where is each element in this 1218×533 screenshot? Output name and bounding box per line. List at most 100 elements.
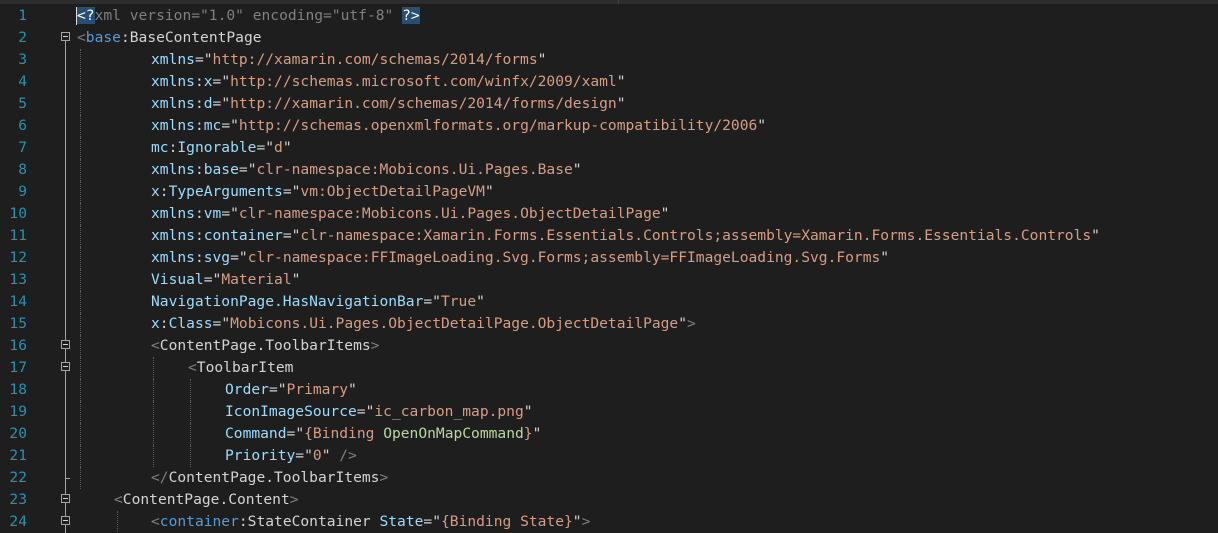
fold-guide (65, 467, 66, 489)
syntax-token: StateContainer (247, 513, 371, 530)
code-text[interactable]: x:TypeArguments="vm:ObjectDetailPageVM" (151, 181, 494, 203)
syntax-token: IconImageSource (225, 403, 357, 420)
code-line[interactable]: 4 xmlns:x="http://schemas.microsoft.com/w… (0, 71, 1218, 93)
syntax-token: } (523, 425, 533, 442)
syntax-token: mc (203, 117, 222, 134)
fold-guide (65, 49, 66, 71)
code-line[interactable]: 23 <ContentPage.Content> (0, 489, 1218, 511)
syntax-token: " (238, 249, 248, 266)
line-number: 14 (9, 293, 27, 310)
code-text[interactable]: Order="Primary" (225, 379, 357, 401)
code-line[interactable]: 8 xmlns:base= "clr-namespace:Mobicons.Ui.P… (0, 159, 1218, 181)
syntax-token: ic_carbon_map.png (374, 403, 524, 420)
code-text[interactable]: Priority="0" /> (225, 445, 357, 467)
code-text[interactable]: x:Class="Mobicons.Ui.Pages.ObjectDetailP… (151, 313, 696, 335)
syntax-token: /> (330, 447, 357, 464)
line-number: 13 (9, 271, 27, 288)
syntax-token: " (221, 95, 231, 112)
collapse-toggle-icon[interactable] (61, 32, 70, 41)
code-text[interactable]: IconImageSource="ic_carbon_map.png" (225, 401, 533, 423)
syntax-token: = (194, 51, 204, 68)
indent-guide (80, 49, 81, 71)
collapse-toggle-icon[interactable] (61, 494, 70, 503)
syntax-token: NavigationPage.HasNavigationBar (151, 293, 424, 310)
syntax-token: " (678, 315, 688, 332)
code-line[interactable]: 11 xmlns:container= "clr-namespace:Xamarin… (0, 225, 1218, 247)
code-line[interactable]: 5 xmlns:d="http://xamarin.com/schemas/201… (0, 93, 1218, 115)
indent-guide (80, 93, 81, 115)
code-text[interactable]: <ToolbarItem (188, 357, 293, 379)
line-number: 7 (18, 139, 27, 156)
syntax-token: State (370, 513, 424, 530)
code-text[interactable]: Visual="Material" (151, 269, 300, 291)
syntax-token: Primary (286, 381, 349, 398)
code-line[interactable]: 16 <ContentPage.ToolbarItems> (0, 335, 1218, 357)
collapse-toggle-icon[interactable] (61, 362, 70, 371)
code-line[interactable]: 15 x:Class="Mobicons.Ui.Pages.ObjectDetai… (0, 313, 1218, 335)
code-line[interactable]: 20 Command="{Binding OpenOnMapCommand}" (0, 423, 1218, 445)
code-line[interactable]: 10 xmlns:vm="clr-namespace:Mobicons.Ui.Pa… (0, 203, 1218, 225)
indent-guide (153, 445, 154, 467)
indent-guide (153, 379, 154, 401)
syntax-token: Order (225, 381, 269, 398)
code-line[interactable]: 21 Priority="0" /> (0, 445, 1218, 467)
code-line[interactable]: 3 xmlns="http://xamarin.com/schemas/2014/… (0, 49, 1218, 71)
syntax-token: " (348, 381, 357, 398)
syntax-token: clr-namespace:Mobicons.Ui.Pages.ObjectDe… (238, 205, 661, 222)
code-text[interactable]: <ContentPage.Content> (114, 489, 299, 511)
syntax-token: < (77, 29, 86, 46)
collapse-toggle-icon[interactable] (61, 340, 70, 349)
code-text[interactable]: xmlns:vm="clr-namespace:Mobicons.Ui.Page… (151, 203, 669, 225)
line-number: 8 (18, 161, 27, 178)
code-line[interactable]: 6 xmlns:mc="http://schemas.openxmlformats… (0, 115, 1218, 137)
code-line[interactable]: 22 </ContentPage.ToolbarItems> (0, 467, 1218, 489)
code-line[interactable]: 13 Visual="Material" (0, 269, 1218, 291)
syntax-token: Material (221, 271, 292, 288)
code-editor[interactable]: 1 <?xml version="1.0" encoding="utf-8" ?>… (0, 5, 1218, 533)
syntax-token: ContentPage.ToolbarItems (168, 469, 380, 486)
code-text[interactable]: xmlns:mc="http://schemas.openxmlformats.… (151, 115, 766, 137)
syntax-token: http://xamarin.com/schemas/2014/forms (212, 51, 538, 68)
code-line[interactable]: 7 mc:Ignorable="d" (0, 137, 1218, 159)
code-text[interactable]: xmlns:d="http://xamarin.com/schemas/2014… (151, 93, 626, 115)
syntax-token: " (432, 513, 441, 530)
code-line[interactable]: 17 <ToolbarItem (0, 357, 1218, 379)
code-text[interactable]: xmlns="http://xamarin.com/schemas/2014/f… (151, 49, 546, 71)
line-number: 3 (18, 51, 27, 68)
syntax-token: " (476, 293, 485, 310)
fold-guide (65, 269, 66, 291)
code-text[interactable]: <base:BaseContentPage (77, 27, 262, 49)
code-text[interactable]: xmlns:base= "clr-namespace:Mobicons.Ui.Pa… (151, 159, 582, 181)
syntax-token: = (295, 447, 305, 464)
fold-guide (65, 41, 66, 49)
code-line[interactable]: 9 x:TypeArguments="vm:ObjectDetailPageVM" (0, 181, 1218, 203)
syntax-token: d (203, 95, 213, 112)
code-line[interactable]: 18 Order="Primary" (0, 379, 1218, 401)
indent-guide (190, 379, 191, 401)
syntax-token: {Binding State} (441, 513, 573, 530)
indent-guide (190, 423, 191, 445)
code-text[interactable]: xmlns:x="http://schemas.microsoft.com/wi… (151, 71, 626, 93)
syntax-token: Ignorable (177, 139, 257, 156)
indent-guide (80, 181, 81, 203)
code-text[interactable]: </ContentPage.ToolbarItems> (151, 467, 388, 489)
syntax-token: " (523, 403, 533, 420)
code-text[interactable]: <ContentPage.ToolbarItems> (151, 335, 379, 357)
code-text[interactable]: xmlns:svg="clr-namespace:FFImageLoading.… (151, 247, 889, 269)
code-line[interactable]: 12 xmlns:svg="clr-namespace:FFImageLoadin… (0, 247, 1218, 269)
code-text[interactable]: mc:Ignorable="d" (151, 137, 292, 159)
code-text[interactable]: <?xml version="1.0" encoding="utf-8" ?> (77, 5, 420, 27)
code-line[interactable]: 1 <?xml version="1.0" encoding="utf-8" ?> (0, 5, 1218, 27)
syntax-token: " (221, 73, 231, 90)
syntax-token: = (256, 139, 266, 156)
code-line[interactable]: 2 <base:BaseContentPage (0, 27, 1218, 49)
code-text[interactable]: Command="{Binding OpenOnMapCommand}" (225, 423, 541, 445)
code-line[interactable]: 14 NavigationPage.HasNavigationBar="True" (0, 291, 1218, 313)
code-line[interactable]: 24 <container:StateContainer State="{Bind… (0, 511, 1218, 533)
code-text[interactable]: xmlns:container= "clr-namespace:Xamarin.F… (151, 225, 1100, 247)
syntax-token: = (212, 73, 222, 90)
code-text[interactable]: <container:StateContainer State="{Bindin… (151, 511, 590, 533)
code-text[interactable]: NavigationPage.HasNavigationBar="True" (151, 291, 485, 313)
syntax-token: 0 (312, 447, 322, 464)
code-line[interactable]: 19 IconImageSource="ic_carbon_map.png" (0, 401, 1218, 423)
